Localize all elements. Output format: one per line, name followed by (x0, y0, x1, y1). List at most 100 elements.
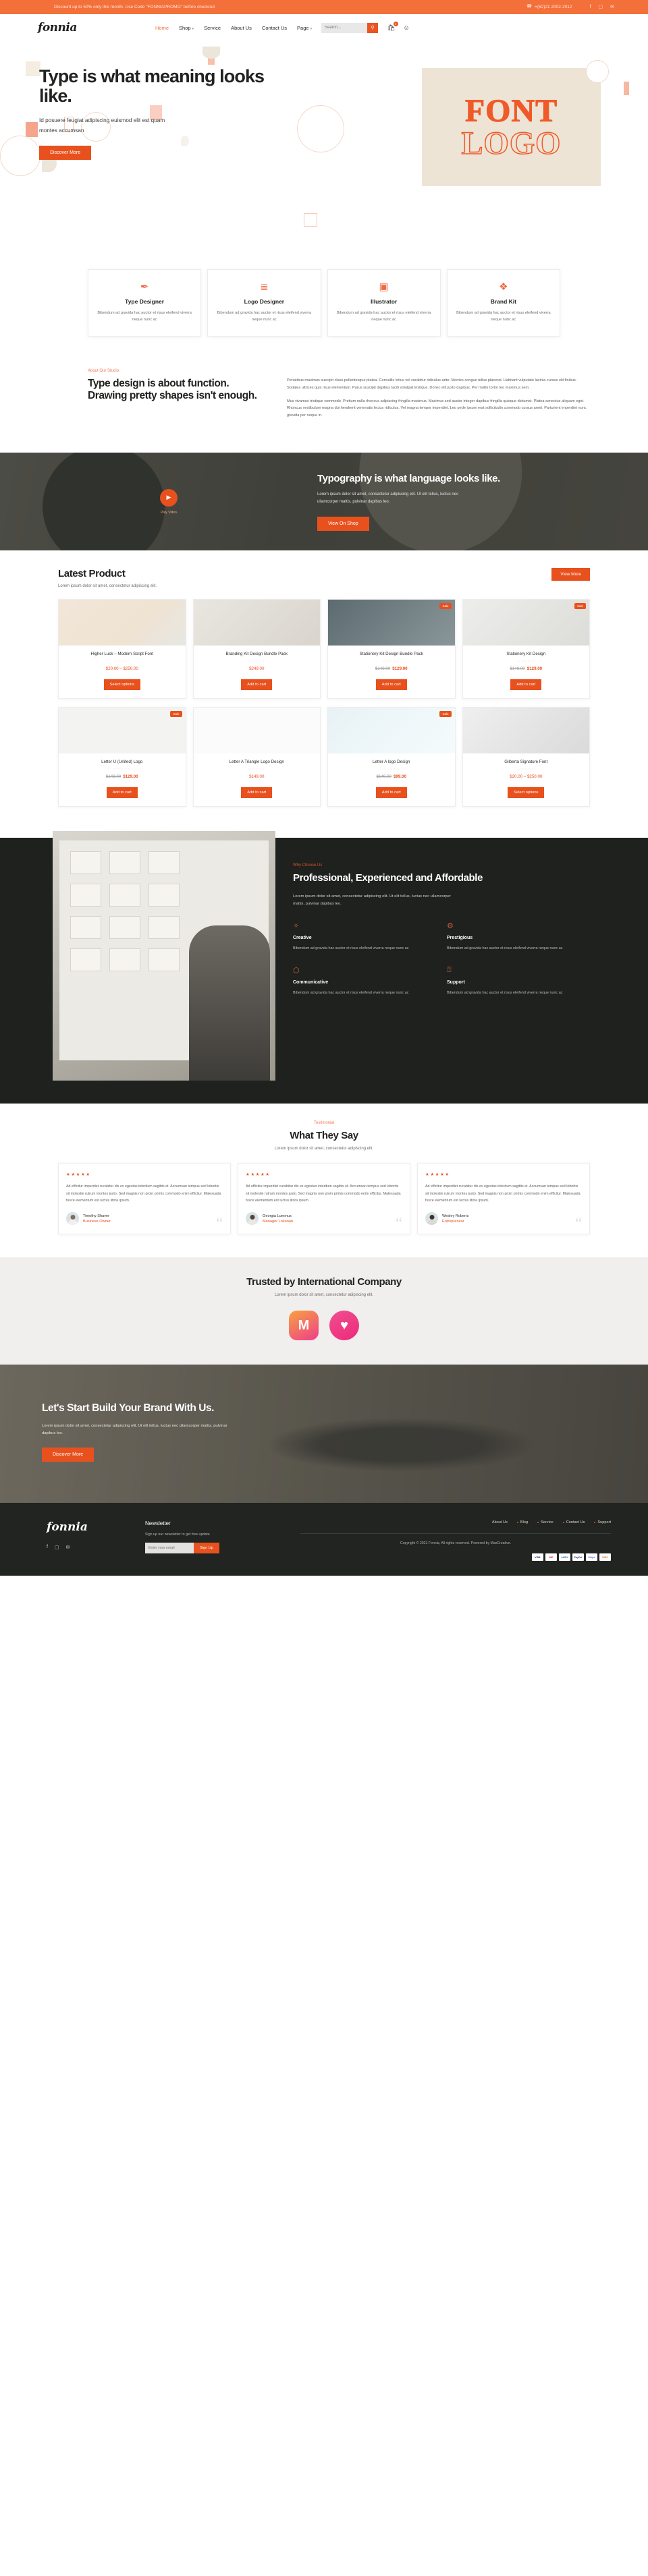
cart-button[interactable]: 🛍 0 (387, 21, 398, 32)
why-eyebrow: Why Choose Us (293, 863, 323, 868)
footer-link-about-us[interactable]: About Us (492, 1520, 508, 1524)
product-name: Branding Kit Design Bundle Pack (225, 652, 288, 657)
product-card[interactable]: Gilberta Signature Font ☆☆☆☆☆ $20.00 – $… (462, 707, 590, 807)
newsletter-signup-button[interactable]: Sign Up (194, 1543, 219, 1554)
product-card[interactable]: Sale Letter A logo Design ☆☆☆☆☆ $149.00 $… (327, 707, 456, 807)
product-card[interactable]: Sale Letter U (United) Logo ☆☆☆☆☆ $149.0… (58, 707, 186, 807)
product-card[interactable]: Letter A Triangle Logo Design ☆☆☆☆☆ $149… (192, 707, 321, 807)
twitter-icon[interactable]: ✉ (610, 5, 614, 9)
search-button[interactable]: ⚲ (367, 22, 379, 33)
sticky-note (70, 851, 101, 875)
nav-item-service[interactable]: Service (204, 25, 221, 31)
mastercard-icon: MC (545, 1553, 557, 1562)
testimonial-text: Ad efficitur imperdiet curabitur dis ex … (425, 1184, 580, 1203)
twitter-icon[interactable]: ✉ (66, 1545, 70, 1550)
hero-section: Type is what meaning looks like. Id posu… (0, 41, 648, 257)
footer-link-contact-us[interactable]: Contact Us (562, 1520, 585, 1524)
facebook-icon[interactable]: f (590, 5, 591, 9)
service-card-brand-kit[interactable]: ❖ Brand Kit Bibendum ad gravida hac auct… (446, 269, 560, 337)
sticky-note (109, 851, 140, 875)
product-image (193, 600, 320, 646)
amex-icon: AMEX (559, 1553, 570, 1562)
site-logo[interactable]: fonnia (27, 21, 155, 34)
rating-stars: ★★★★★ (425, 1172, 450, 1178)
testimonial-card: ★★★★★ Ad efficitur imperdiet curabitur d… (238, 1163, 410, 1235)
phone-number: +(62)21 2002-2012 (535, 5, 572, 9)
newsletter-email-input[interactable] (145, 1543, 194, 1554)
product-rating-stars: ☆☆☆☆☆ (383, 768, 400, 772)
product-action-button[interactable]: Add to cart (375, 679, 407, 691)
why-item-title: Prestigious (447, 936, 473, 941)
product-image (328, 708, 455, 754)
phone-link[interactable]: ☎ +(62)21 2002-2012 (526, 5, 572, 9)
bullet-icon (562, 1522, 564, 1524)
search-icon: ⚲ (371, 26, 375, 30)
cta-discover-more-button[interactable]: Discover More (42, 1448, 94, 1462)
footer-copyright: Copyright © 2021 Fonnia, All rights rese… (400, 1541, 512, 1546)
footer-link-service[interactable]: Service (537, 1520, 554, 1524)
product-name: Stationery Kit Design (506, 652, 546, 657)
account-button[interactable]: ☺ (404, 24, 410, 31)
video-banner-heading: Typography is what language looks like. (317, 472, 500, 484)
product-price: $149.00 (249, 774, 265, 780)
footer-link-blog[interactable]: Blog (516, 1520, 528, 1524)
product-price: $149.00 $129.00 (467, 666, 586, 671)
product-price-old: $149.00 (510, 666, 525, 672)
product-image (462, 708, 589, 754)
product-action-button[interactable]: Add to cart (375, 787, 407, 799)
product-card[interactable]: Higher Luck – Modern Script Font ☆☆☆☆☆ $… (58, 599, 186, 699)
view-on-shop-button[interactable]: View On Shop (317, 516, 369, 531)
why-item-communicative: ⬡ Communicative Bibendum ad gravida hac … (293, 966, 447, 997)
service-card-type-designer[interactable]: ✒ Type Designer Bibendum ad gravida hac … (88, 269, 202, 337)
product-image (462, 600, 589, 646)
nav-item-contact-us[interactable]: Contact Us (262, 25, 287, 31)
quote-icon: “ (216, 1213, 223, 1231)
view-more-button[interactable]: View More (551, 568, 590, 581)
testimonial-text: Ad efficitur imperdiet curabitur dis ex … (66, 1184, 221, 1203)
product-row-2: Sale Letter U (United) Logo ☆☆☆☆☆ $149.0… (54, 707, 594, 807)
nav-item-home[interactable]: Home (155, 25, 169, 31)
instagram-icon[interactable]: ▢ (55, 1545, 59, 1550)
testimonial-author-role: Entrepreneur (442, 1219, 464, 1224)
sticky-note (109, 884, 140, 907)
brand-logo-m: M (289, 1311, 319, 1341)
footer-link-support[interactable]: Support (594, 1520, 611, 1524)
service-card-logo-designer[interactable]: ≣ Logo Designer Bibendum ad gravida hac … (207, 269, 321, 337)
sticky-note (148, 851, 180, 875)
product-card[interactable]: Sale Stationery Kit Design Bundle Pack ☆… (327, 599, 456, 699)
product-action-button[interactable]: Select options (103, 679, 140, 691)
about-paragraph-2: Mus vivamus tristique commodo. Pretium n… (287, 399, 587, 418)
product-action-button[interactable]: Add to cart (241, 787, 273, 799)
nav-item-about-us[interactable]: About Us (231, 25, 252, 31)
product-image (193, 708, 320, 754)
top-social-links: f ▢ ✉ (590, 5, 614, 9)
instagram-icon[interactable]: ▢ (599, 5, 603, 9)
footer-logo[interactable]: fonnia (47, 1520, 145, 1534)
about-section: About Our Studio Type design is about fu… (0, 354, 648, 453)
testimonial-title: What They Say (290, 1130, 358, 1142)
sale-badge: Sale (170, 711, 182, 718)
product-action-button[interactable]: Add to cart (241, 679, 273, 691)
product-rating-stars: ☆☆☆☆☆ (248, 768, 265, 772)
service-card-illustrator[interactable]: ▣ Illustrator Bibendum ad gravida hac au… (327, 269, 441, 337)
footer-links: About Us Blog Service Contact Us Support (300, 1520, 611, 1524)
nav-item-shop[interactable]: Shop ▾ (179, 25, 194, 31)
play-video-button[interactable]: ▶ (160, 488, 178, 507)
layers-icon: ≣ (260, 281, 269, 293)
product-action-button[interactable]: Add to cart (510, 679, 542, 691)
product-card[interactable]: Branding Kit Design Bundle Pack ☆☆☆☆☆ $2… (192, 599, 321, 699)
product-action-button[interactable]: Select options (508, 787, 545, 799)
discover-icon: DISC (599, 1553, 611, 1562)
why-text: Lorem ipsum dolor sit amet, consectetur … (293, 894, 451, 906)
search-input[interactable] (321, 22, 368, 33)
testimonial-author-name: Timothy Shaver (83, 1213, 109, 1218)
hero-discover-more-button[interactable]: Discover More (39, 145, 92, 160)
newsletter-form: Sign Up (145, 1543, 280, 1554)
avatar (66, 1212, 79, 1226)
nav-item-page[interactable]: Page ▾ (297, 25, 312, 31)
sale-badge: Sale (439, 603, 452, 610)
product-price-old: $149.00 (105, 774, 122, 780)
product-action-button[interactable]: Add to cart (106, 787, 138, 799)
facebook-icon[interactable]: f (47, 1545, 48, 1550)
product-card[interactable]: Sale Stationery Kit Design ☆☆☆☆☆ $149.00… (462, 599, 590, 699)
